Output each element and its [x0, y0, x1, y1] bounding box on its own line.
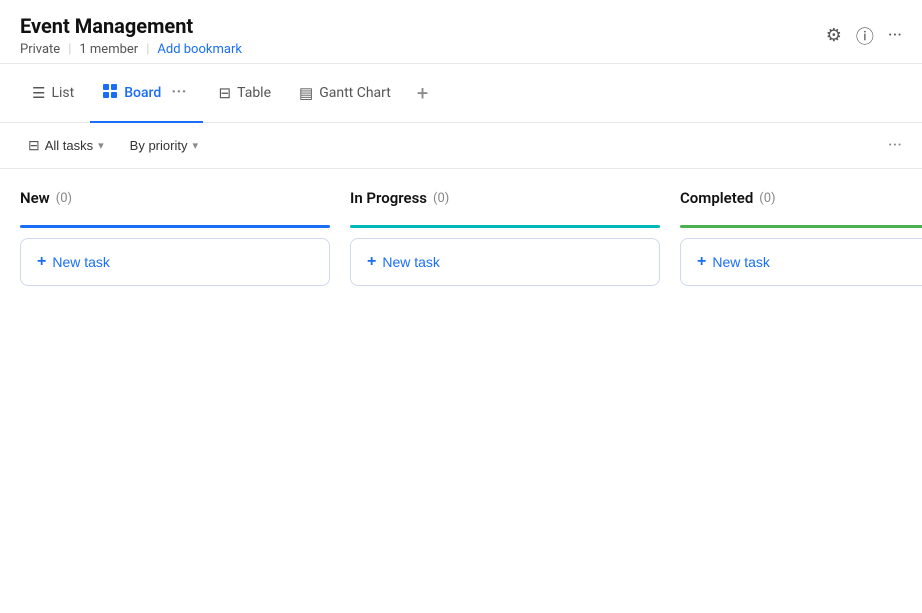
- column-new-line: [20, 225, 330, 228]
- tab-gantt-label: Gantt Chart: [319, 85, 391, 101]
- new-task-button-completed[interactable]: + New task: [680, 238, 922, 286]
- group-button[interactable]: By priority ▾: [122, 134, 206, 157]
- filter-chevron: ▾: [98, 139, 104, 152]
- more-icon[interactable]: ···: [888, 25, 902, 46]
- tabs-bar: ☰ List Board ··· ⊟ Table ▤ Gantt Chart +: [0, 64, 922, 123]
- board-tab-icon: [102, 83, 118, 103]
- settings-icon[interactable]: ⚙: [826, 25, 842, 46]
- column-completed: Completed (0) + New task: [680, 189, 922, 593]
- info-icon[interactable]: ⓘ: [856, 23, 874, 49]
- new-task-label-completed: New task: [712, 254, 770, 270]
- add-view-button[interactable]: +: [411, 73, 434, 113]
- gantt-tab-icon: ▤: [299, 84, 313, 102]
- page-header: Event Management Private | 1 member | Ad…: [0, 0, 922, 64]
- tab-list[interactable]: ☰ List: [20, 74, 86, 114]
- column-completed-line: [680, 225, 922, 228]
- column-in-progress-count: (0): [433, 191, 449, 206]
- column-new: New (0) + New task: [20, 189, 330, 593]
- column-in-progress-line: [350, 225, 660, 228]
- members-label: 1 member: [79, 42, 138, 57]
- column-new-count: (0): [56, 191, 72, 206]
- plus-icon-in-progress: +: [367, 253, 376, 271]
- page-title: Event Management: [20, 14, 242, 38]
- plus-icon-completed: +: [697, 253, 706, 271]
- group-chevron: ▾: [192, 139, 198, 152]
- filter-icon: ⊟: [28, 137, 40, 154]
- table-tab-icon: ⊟: [219, 84, 232, 102]
- header-right: ⚙ ⓘ ···: [826, 23, 902, 49]
- header-meta: Private | 1 member | Add bookmark: [20, 42, 242, 57]
- filter-label: All tasks: [45, 138, 93, 153]
- tab-table[interactable]: ⊟ Table: [207, 74, 283, 114]
- new-task-label-new: New task: [52, 254, 110, 270]
- tab-board[interactable]: Board ···: [90, 64, 202, 123]
- board-tab-more[interactable]: ···: [167, 74, 190, 111]
- board: New (0) + New task In Progress (0) + New…: [0, 169, 922, 613]
- column-completed-title: Completed: [680, 189, 753, 207]
- column-completed-header: Completed (0): [680, 189, 922, 215]
- group-label: By priority: [130, 138, 188, 153]
- toolbar: ⊟ All tasks ▾ By priority ▾ ···: [0, 123, 922, 169]
- column-new-header: New (0): [20, 189, 330, 215]
- add-bookmark-link[interactable]: Add bookmark: [157, 42, 242, 57]
- new-task-button-in-progress[interactable]: + New task: [350, 238, 660, 286]
- new-task-button-new[interactable]: + New task: [20, 238, 330, 286]
- column-in-progress-title: In Progress: [350, 189, 427, 207]
- tab-list-label: List: [51, 85, 74, 101]
- filter-button[interactable]: ⊟ All tasks ▾: [20, 133, 112, 158]
- new-task-label-in-progress: New task: [382, 254, 440, 270]
- column-new-title: New: [20, 189, 50, 207]
- list-tab-icon: ☰: [32, 84, 45, 102]
- tab-gantt[interactable]: ▤ Gantt Chart: [287, 74, 403, 114]
- toolbar-left: ⊟ All tasks ▾ By priority ▾: [20, 133, 206, 158]
- tab-board-label: Board: [124, 85, 161, 101]
- toolbar-more-button[interactable]: ···: [888, 135, 902, 156]
- column-in-progress: In Progress (0) + New task: [350, 189, 660, 593]
- plus-icon-new: +: [37, 253, 46, 271]
- column-completed-count: (0): [759, 191, 775, 206]
- tab-table-label: Table: [237, 85, 271, 101]
- visibility-label: Private: [20, 42, 60, 57]
- column-in-progress-header: In Progress (0): [350, 189, 660, 215]
- header-left: Event Management Private | 1 member | Ad…: [20, 14, 242, 57]
